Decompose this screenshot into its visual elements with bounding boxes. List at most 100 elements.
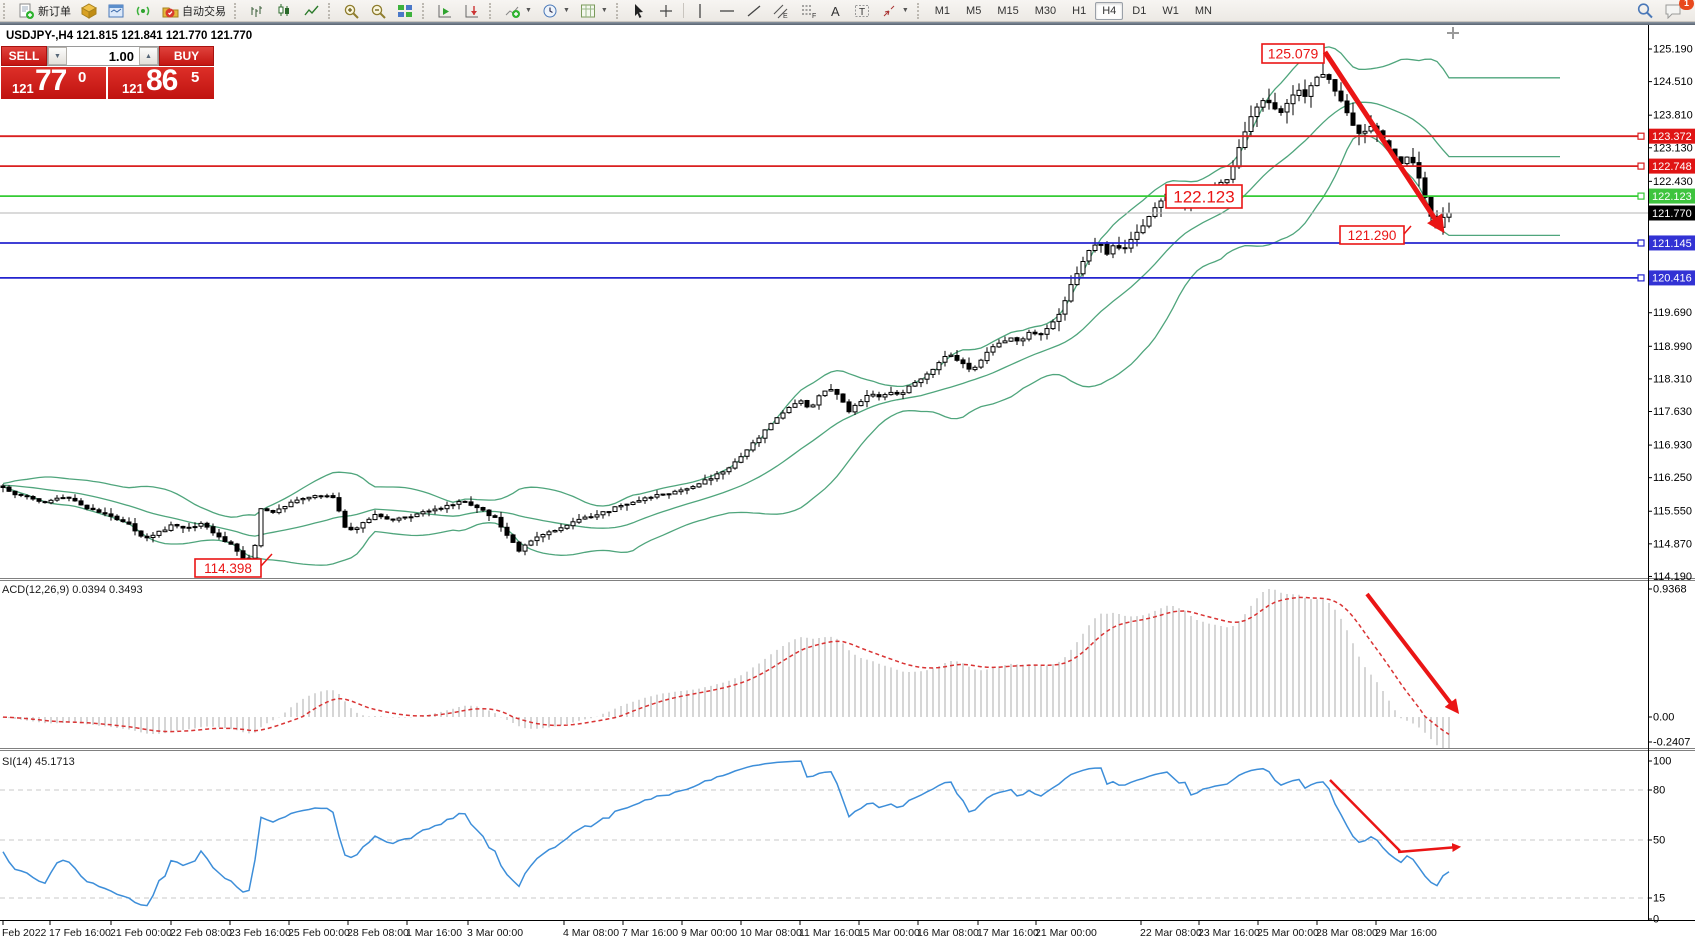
candle (1273, 103, 1277, 109)
candle (259, 509, 263, 546)
cursor-button[interactable] (627, 1, 652, 21)
trendline-button[interactable] (742, 1, 767, 21)
candle (559, 528, 563, 531)
zoom-out-button[interactable] (366, 1, 391, 21)
candle (997, 343, 1001, 347)
candle (379, 514, 383, 517)
tf-h4-button[interactable]: H4 (1095, 2, 1123, 20)
chart-shift-button[interactable] (460, 1, 485, 21)
candle (673, 491, 677, 494)
terminal-button[interactable] (104, 1, 129, 21)
level-line-handle[interactable] (1638, 133, 1644, 139)
arrows-button[interactable]: ▼ (877, 1, 913, 21)
tf-h1-button[interactable]: H1 (1065, 2, 1093, 20)
candle-chart-button[interactable] (272, 1, 297, 21)
tf-d1-button[interactable]: D1 (1125, 2, 1153, 20)
tf-m15-button[interactable]: M15 (990, 2, 1025, 20)
buy-price-button[interactable]: 121 86 5 (108, 67, 214, 99)
candle (1333, 80, 1337, 92)
candle (553, 531, 557, 532)
indicators-button[interactable]: ▼ (500, 1, 536, 21)
level-line-handle[interactable] (1638, 193, 1644, 199)
toolbar: 新订单自动交易▼▼▼EFAT▼M1M5M15M30H1H4D1W1MN 1 (0, 0, 1695, 22)
candle (823, 391, 827, 396)
search-icon (1636, 2, 1654, 19)
sell-price-button[interactable]: 121 77 0 (1, 67, 106, 99)
line-chart-button[interactable] (299, 1, 324, 21)
rsi-tick-label: 15 (1653, 893, 1665, 905)
volume-decrease-button[interactable]: ▼ (48, 47, 67, 65)
candle (1351, 113, 1355, 125)
volume-input[interactable] (67, 47, 139, 65)
candle (961, 360, 965, 364)
notifications-button[interactable]: 1 (1660, 0, 1688, 21)
level-line-handle[interactable] (1638, 163, 1644, 169)
horizontal-line-button[interactable] (715, 1, 740, 21)
candle (1237, 148, 1241, 167)
zoom-in-button[interactable] (339, 1, 364, 21)
search-button[interactable] (1632, 0, 1658, 21)
candle (241, 551, 245, 559)
price-tick-label: 122.430 (1653, 176, 1693, 188)
candle (715, 474, 719, 479)
bar-chart-button[interactable] (245, 1, 270, 21)
market-depth-button[interactable] (77, 1, 102, 21)
candle (223, 537, 227, 542)
volume-increase-button[interactable]: ▲ (139, 47, 158, 65)
tile-windows-button[interactable] (393, 1, 418, 21)
chart-canvas[interactable]: 125.190124.510123.810123.130122.430121.7… (0, 0, 1695, 943)
tf-w1-button[interactable]: W1 (1155, 2, 1186, 20)
candle (1105, 244, 1109, 254)
price-tick-label: 116.250 (1653, 472, 1692, 484)
text-label-button[interactable]: T (850, 1, 875, 21)
candle (451, 505, 455, 506)
candle (1417, 163, 1421, 178)
candle (865, 396, 869, 402)
time-tick-label: 25 Feb 00:00 (288, 927, 350, 939)
tf-mn-button[interactable]: MN (1188, 2, 1219, 20)
candle (835, 390, 839, 395)
candle (1123, 248, 1127, 249)
tf-m1-button[interactable]: M1 (928, 2, 957, 20)
candle (151, 535, 155, 537)
level-line-handle[interactable] (1638, 240, 1644, 246)
candle (253, 545, 257, 558)
candle (661, 494, 665, 495)
pane-separator[interactable] (0, 578, 1695, 579)
time-tick-label: 23 Mar 16:00 (1198, 927, 1260, 939)
text-button[interactable]: A (823, 1, 848, 21)
candle (625, 504, 629, 505)
toolbar-groups: 新订单自动交易▼▼▼EFAT▼M1M5M15M30H1H4D1W1MN (0, 1, 1220, 21)
price-axis-line[interactable] (1648, 25, 1649, 920)
signals-button[interactable] (131, 1, 156, 21)
candle (421, 512, 425, 514)
pane-separator[interactable] (0, 748, 1695, 749)
svg-text:F: F (812, 13, 816, 19)
new-order-button[interactable]: 新订单 (14, 1, 75, 21)
templates-button[interactable]: ▼ (576, 1, 612, 21)
candle (637, 501, 641, 503)
candle (739, 457, 743, 463)
buy-button[interactable]: BUY (159, 46, 214, 66)
vertical-line-button[interactable] (688, 1, 713, 21)
level-line-handle[interactable] (1638, 275, 1644, 281)
periods-button[interactable]: ▼ (538, 1, 574, 21)
time-tick-label: 23 Feb 16:00 (229, 927, 291, 939)
svg-text:T: T (859, 7, 865, 18)
fibonacci-button[interactable]: F (796, 1, 821, 21)
channel-button[interactable]: E (769, 1, 794, 21)
tf-m30-button[interactable]: M30 (1028, 2, 1063, 20)
auto-trading-button[interactable]: 自动交易 (158, 1, 230, 21)
candle (181, 526, 185, 528)
volume-spinner: ▼ ▲ (47, 46, 159, 66)
candle (1447, 213, 1451, 217)
auto-scroll-button[interactable] (433, 1, 458, 21)
tf-m5-button[interactable]: M5 (959, 2, 988, 20)
candle (187, 527, 191, 528)
annotation-text: 121.290 (1348, 228, 1397, 243)
candle (991, 347, 995, 352)
crosshair-button[interactable] (654, 1, 679, 21)
horizontal-line-icon (719, 3, 736, 19)
sell-button[interactable]: SELL (1, 46, 47, 66)
candle (1291, 95, 1295, 104)
